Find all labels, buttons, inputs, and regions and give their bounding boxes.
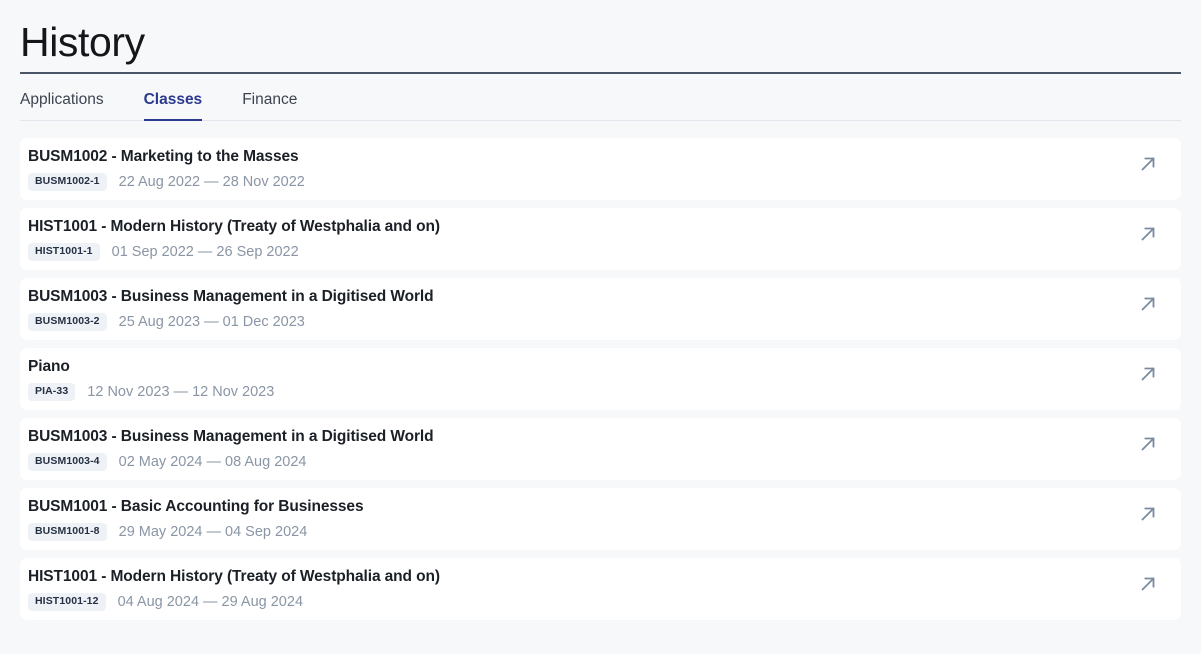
class-card-body: BUSM1003 - Business Management in a Digi… <box>28 427 434 471</box>
class-meta: BUSM1003-4 02 May 2024 — 08 Aug 2024 <box>28 453 433 471</box>
class-meta: BUSM1001-8 29 May 2024 — 04 Sep 2024 <box>28 523 363 541</box>
class-meta: BUSM1002-1 22 Aug 2022 — 28 Nov 2022 <box>28 173 305 191</box>
class-title: BUSM1002 - Marketing to the Masses <box>28 148 299 165</box>
class-title: HIST1001 - Modern History (Treaty of Wes… <box>28 218 440 235</box>
class-card[interactable]: BUSM1001 - Basic Accounting for Business… <box>20 488 1181 550</box>
arrow-up-right-icon[interactable] <box>1137 153 1159 175</box>
class-meta: HIST1001-12 04 Aug 2024 — 29 Aug 2024 <box>28 593 440 611</box>
class-code-badge: BUSM1003-2 <box>28 313 107 331</box>
arrow-up-right-icon[interactable] <box>1137 293 1159 315</box>
history-page: History Applications Classes Finance BUSM1… <box>0 0 1201 654</box>
class-card-body: BUSM1001 - Basic Accounting for Business… <box>28 497 364 541</box>
class-card[interactable]: Piano PIA-33 12 Nov 2023 — 12 Nov 2023 <box>20 348 1181 410</box>
class-date-range: 12 Nov 2023 — 12 Nov 2023 <box>87 384 275 400</box>
class-date-range: 25 Aug 2023 — 01 Dec 2023 <box>118 314 305 330</box>
class-card[interactable]: BUSM1003 - Business Management in a Digi… <box>20 278 1181 340</box>
page-title: History <box>20 19 145 65</box>
class-code-badge: BUSM1002-1 <box>28 173 107 191</box>
tab-bar: Applications Classes Finance <box>20 74 1181 121</box>
class-meta: BUSM1003-2 25 Aug 2023 — 01 Dec 2023 <box>28 313 433 331</box>
arrow-up-right-icon[interactable] <box>1137 433 1159 455</box>
class-list: BUSM1002 - Marketing to the Masses BUSM10… <box>20 138 1181 620</box>
class-title: Piano <box>28 358 70 375</box>
class-date-range: 02 May 2024 — 08 Aug 2024 <box>118 454 307 470</box>
class-date-range: 04 Aug 2024 — 29 Aug 2024 <box>117 594 304 610</box>
class-title: BUSM1001 - Basic Accounting for Business… <box>28 498 364 515</box>
class-card-body: BUSM1003 - Business Management in a Digi… <box>28 287 434 331</box>
tab-applications[interactable]: Applications <box>20 91 124 121</box>
class-card[interactable]: HIST1001 - Modern History (Treaty of Wes… <box>20 208 1181 270</box>
class-card-body: HIST1001 - Modern History (Treaty of Wes… <box>28 217 440 261</box>
arrow-up-right-icon[interactable] <box>1137 573 1159 595</box>
class-meta: HIST1001-1 01 Sep 2022 — 26 Sep 2022 <box>28 243 440 261</box>
tab-finance[interactable]: Finance <box>222 91 317 121</box>
class-code-badge: BUSM1003-4 <box>28 453 107 471</box>
class-code-badge: HIST1001-12 <box>28 593 106 611</box>
class-card-body: Piano PIA-33 12 Nov 2023 — 12 Nov 2023 <box>28 357 274 401</box>
class-card[interactable]: BUSM1002 - Marketing to the Masses BUSM10… <box>20 138 1181 200</box>
class-card-body: HIST1001 - Modern History (Treaty of Wes… <box>28 567 440 611</box>
arrow-up-right-icon[interactable] <box>1137 363 1159 385</box>
class-card-body: BUSM1002 - Marketing to the Masses BUSM10… <box>28 147 305 191</box>
class-date-range: 29 May 2024 — 04 Sep 2024 <box>118 524 308 540</box>
class-meta: PIA-33 12 Nov 2023 — 12 Nov 2023 <box>28 383 274 401</box>
class-title: BUSM1003 - Business Management in a Digi… <box>28 288 434 305</box>
class-card[interactable]: HIST1001 - Modern History (Treaty of Wes… <box>20 558 1181 620</box>
class-code-badge: HIST1001-1 <box>28 243 100 261</box>
class-code-badge: PIA-33 <box>28 383 76 401</box>
tab-classes[interactable]: Classes <box>124 91 223 121</box>
class-title: BUSM1003 - Business Management in a Digi… <box>28 428 434 445</box>
class-card[interactable]: BUSM1003 - Business Management in a Digi… <box>20 418 1181 480</box>
class-date-range: 01 Sep 2022 — 26 Sep 2022 <box>111 244 299 260</box>
class-code-badge: BUSM1001-8 <box>28 523 107 541</box>
arrow-up-right-icon[interactable] <box>1137 503 1159 525</box>
class-date-range: 22 Aug 2022 — 28 Nov 2022 <box>118 174 305 190</box>
class-title: HIST1001 - Modern History (Treaty of Wes… <box>28 568 440 585</box>
arrow-up-right-icon[interactable] <box>1137 223 1159 245</box>
